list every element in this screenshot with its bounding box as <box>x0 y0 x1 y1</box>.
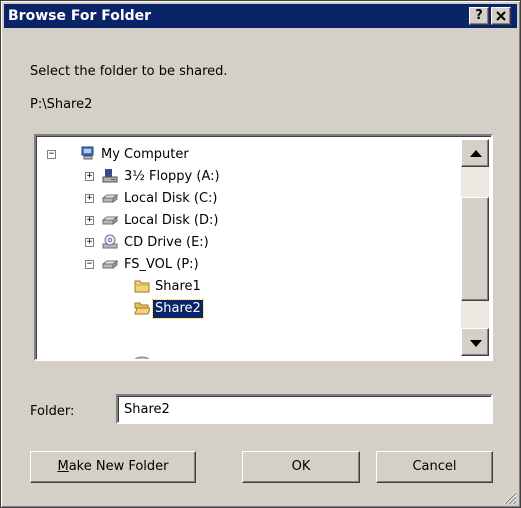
arrow-up-icon <box>470 150 482 157</box>
floppy-drive-icon <box>102 169 118 183</box>
folder-name-input[interactable] <box>116 394 493 424</box>
make-new-folder-button[interactable]: Make New Folder <box>30 451 196 483</box>
my-computer-icon <box>81 146 94 160</box>
tree-item-label: Local Disk (D:) <box>124 213 219 228</box>
hard-disk-icon <box>102 216 118 225</box>
resize-grip-icon[interactable] <box>501 489 517 505</box>
tree-vertical-scrollbar[interactable] <box>461 139 489 356</box>
expand-toggle[interactable]: + <box>85 172 94 181</box>
cd-drive-icon <box>102 234 118 249</box>
tree-item-label-selected: Share2 <box>152 299 204 319</box>
collapse-toggle[interactable]: − <box>85 260 94 269</box>
folder-tree[interactable]: − My Computer + 3½ Floppy (A:) + Local D… <box>34 134 493 361</box>
tree-item-label: Local Disk (C:) <box>124 191 218 206</box>
tree-item-cd-drive-e[interactable]: + CD Drive (E:) <box>36 232 456 254</box>
window-title: Browse For Folder <box>8 8 152 24</box>
close-icon <box>496 11 506 21</box>
tree-item-label: My Computer <box>101 147 189 162</box>
tree-item-floppy-a[interactable]: + 3½ Floppy (A:) <box>36 166 456 188</box>
browse-for-folder-dialog: Browse For Folder ? Select the folder to… <box>0 0 521 508</box>
help-button[interactable]: ? <box>469 7 489 25</box>
expand-toggle[interactable]: + <box>85 216 94 225</box>
tree-item-local-disk-d[interactable]: + Local Disk (D:) <box>36 210 456 232</box>
folder-label: Folder: <box>30 404 75 419</box>
collapse-toggle[interactable]: − <box>47 150 56 159</box>
folder-icon <box>134 280 150 293</box>
accelerator-key: M <box>57 459 69 474</box>
scroll-thumb[interactable] <box>461 197 489 301</box>
tree-item-label: Share1 <box>155 279 201 294</box>
prompt-text: Select the folder to be shared. <box>30 64 228 79</box>
scroll-down-button[interactable] <box>461 328 489 356</box>
button-label: ake New Folder <box>68 459 169 474</box>
tree-item-local-disk-c[interactable]: + Local Disk (C:) <box>36 188 456 210</box>
current-path: P:\Share2 <box>30 97 93 112</box>
expand-toggle[interactable]: + <box>85 238 94 247</box>
network-disk-icon <box>102 260 118 269</box>
cancel-button[interactable]: Cancel <box>376 451 493 483</box>
partial-drive-icon <box>134 356 150 359</box>
tree-item-share1[interactable]: Share1 <box>36 276 456 298</box>
tree-item-label: FS_VOL (P:) <box>124 257 199 272</box>
tree-item-my-computer[interactable]: − My Computer <box>36 144 456 166</box>
ok-button[interactable]: OK <box>242 451 360 483</box>
tree-item-label: CD Drive (E:) <box>124 235 209 250</box>
tree-item-share2[interactable]: Share2 <box>36 298 456 320</box>
close-button[interactable] <box>491 7 511 25</box>
tree-item-label: 3½ Floppy (A:) <box>124 169 220 184</box>
arrow-down-icon <box>470 340 482 347</box>
hard-disk-icon <box>102 194 118 203</box>
expand-toggle[interactable]: + <box>85 194 94 203</box>
tree-item-fs-vol-p[interactable]: − FS_VOL (P:) <box>36 254 456 276</box>
title-bar[interactable]: Browse For Folder ? <box>4 4 517 28</box>
scroll-up-button[interactable] <box>461 139 489 167</box>
open-folder-icon <box>134 302 150 315</box>
